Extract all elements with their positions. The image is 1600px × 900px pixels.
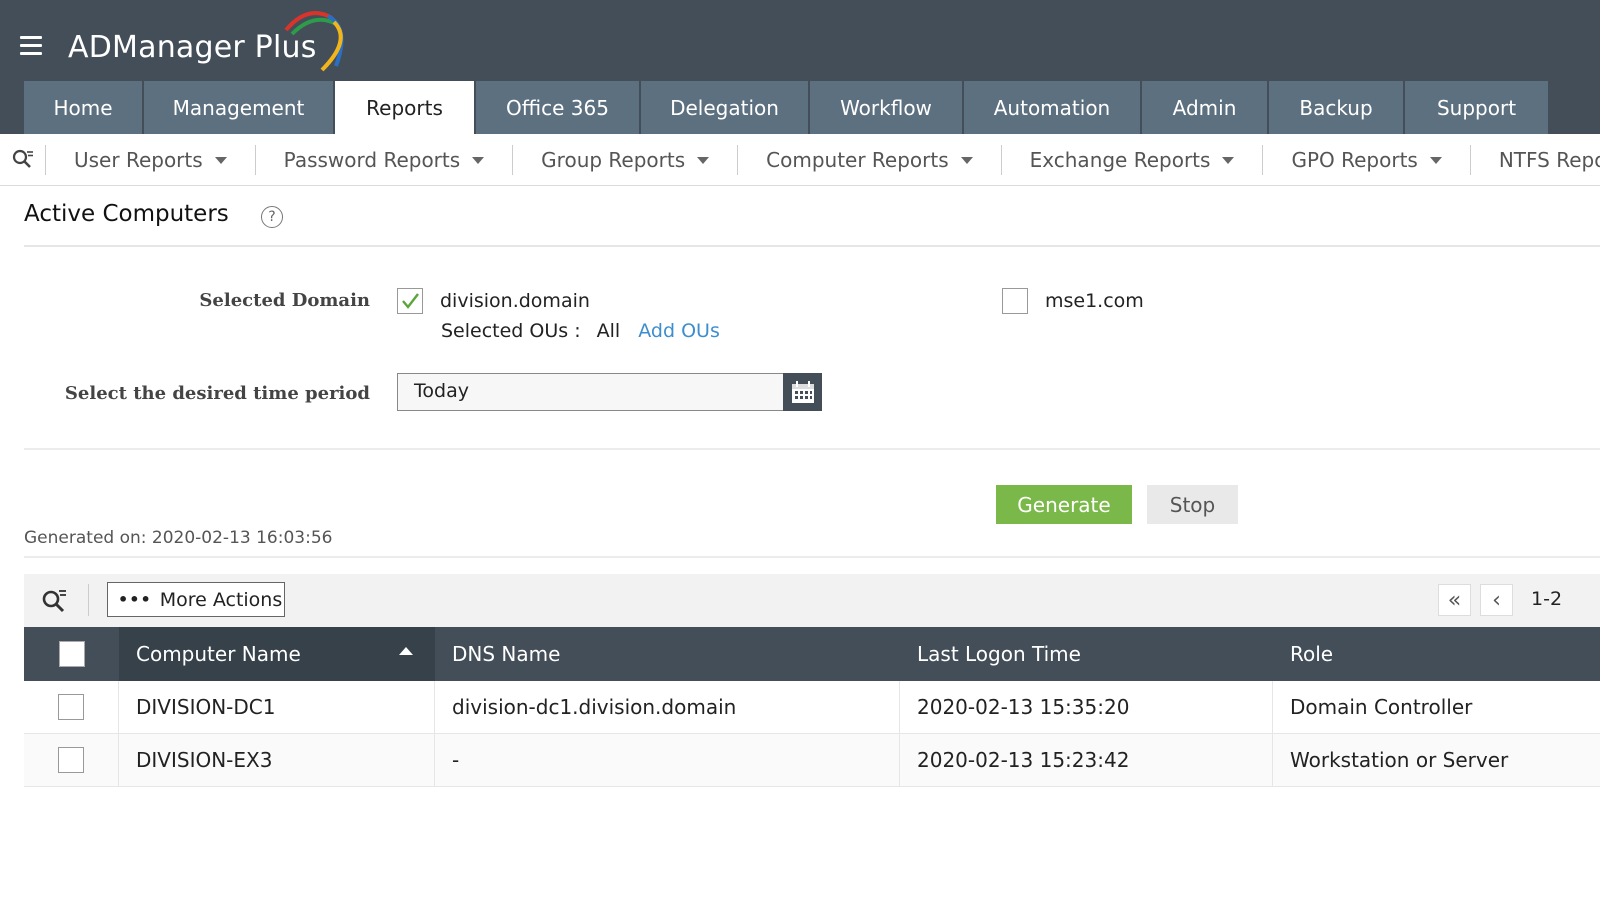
subnav-password-reports[interactable]: Password Reports bbox=[256, 144, 514, 175]
cell-dns-name: - bbox=[435, 734, 900, 786]
computers-table: Computer Name DNS Name Last Logon Time R… bbox=[24, 627, 1600, 787]
row-checkbox[interactable] bbox=[58, 747, 84, 773]
more-actions-button[interactable]: ••• More Actions bbox=[107, 582, 285, 617]
subnav-group-reports[interactable]: Group Reports bbox=[513, 144, 739, 175]
subnav-gpo-reports[interactable]: GPO Reports bbox=[1263, 144, 1471, 175]
more-dots-icon: ••• bbox=[118, 590, 152, 609]
selected-ous-value: All bbox=[596, 320, 621, 342]
caret-down-icon bbox=[1429, 157, 1442, 164]
page-range: 1-2 bbox=[1531, 588, 1563, 610]
subnav-user-reports[interactable]: User Reports bbox=[46, 144, 256, 175]
row-select-cell bbox=[24, 681, 119, 733]
domain-checkbox-division[interactable] bbox=[397, 288, 423, 314]
cell-computer-name: DIVISION-DC1 bbox=[119, 681, 435, 733]
time-period-input[interactable]: Today bbox=[397, 373, 784, 411]
tab-backup[interactable]: Backup bbox=[1269, 81, 1403, 134]
selected-ous-row: Selected OUs : All Add OUs bbox=[441, 320, 720, 342]
previous-page-icon[interactable]: ‹ bbox=[1480, 584, 1513, 616]
domain-checkbox-mse1[interactable] bbox=[1002, 288, 1028, 314]
divider bbox=[24, 448, 1600, 450]
tab-support[interactable]: Support bbox=[1405, 81, 1548, 134]
row-select-cell bbox=[24, 734, 119, 786]
cell-role: Workstation or Server bbox=[1290, 748, 1509, 772]
top-header: ADManager Plus Home Management Reports O… bbox=[0, 0, 1600, 134]
checkmark-icon bbox=[402, 293, 419, 309]
column-header-last-logon-time[interactable]: Last Logon Time bbox=[900, 627, 1273, 681]
cell-computer-name: DIVISION-EX3 bbox=[119, 734, 435, 786]
first-page-icon[interactable]: « bbox=[1438, 584, 1471, 616]
divider bbox=[24, 245, 1600, 247]
select-all-cell bbox=[24, 627, 119, 681]
table-row[interactable]: DIVISION-EX3 - 2020-02-13 15:23:42 Works… bbox=[24, 734, 1600, 787]
table-row[interactable]: DIVISION-DC1 division-dc1.division.domai… bbox=[24, 681, 1600, 734]
sort-ascending-icon bbox=[399, 647, 413, 655]
tab-office-365[interactable]: Office 365 bbox=[476, 81, 639, 134]
subnav-computer-reports[interactable]: Computer Reports bbox=[738, 144, 1002, 175]
report-search-icon[interactable] bbox=[0, 144, 46, 175]
calendar-icon[interactable] bbox=[783, 373, 822, 411]
page-title: Active Computers bbox=[24, 201, 229, 227]
cell-dns-name: division-dc1.division.domain bbox=[435, 681, 900, 733]
column-header-computer-name[interactable]: Computer Name bbox=[119, 627, 435, 681]
caret-down-icon bbox=[960, 157, 973, 164]
caret-down-icon bbox=[697, 157, 710, 164]
cell-last-logon-time: 2020-02-13 15:23:42 bbox=[900, 734, 1273, 786]
selected-domain-label: Selected Domain bbox=[199, 290, 370, 311]
logo-arc-icon bbox=[284, 11, 344, 72]
reports-subnav: User Reports Password Reports Group Repo… bbox=[0, 134, 1600, 186]
selected-ous-label: Selected OUs : bbox=[441, 320, 581, 342]
tab-delegation[interactable]: Delegation bbox=[641, 81, 808, 134]
subnav-ntfs-reports[interactable]: NTFS Repo bbox=[1471, 145, 1600, 175]
tab-admin[interactable]: Admin bbox=[1142, 81, 1267, 134]
generated-on-text: Generated on: 2020-02-13 16:03:56 bbox=[24, 528, 333, 548]
tab-home[interactable]: Home bbox=[24, 81, 142, 134]
column-header-dns-name[interactable]: DNS Name bbox=[435, 627, 900, 681]
domain-name-division: division.domain bbox=[440, 290, 590, 312]
column-header-role[interactable]: Role bbox=[1273, 627, 1600, 681]
caret-down-icon bbox=[214, 157, 227, 164]
table-search-icon[interactable] bbox=[40, 587, 68, 615]
divider bbox=[24, 556, 1600, 558]
tab-automation[interactable]: Automation bbox=[964, 81, 1140, 134]
hamburger-menu-icon[interactable] bbox=[20, 36, 42, 56]
subnav-exchange-reports[interactable]: Exchange Reports bbox=[1002, 144, 1264, 175]
toolbar-separator bbox=[88, 584, 89, 616]
main-nav-tabs: Home Management Reports Office 365 Deleg… bbox=[24, 81, 1550, 134]
table-toolbar: ••• More Actions « ‹ 1-2 bbox=[24, 574, 1600, 627]
add-ous-link[interactable]: Add OUs bbox=[638, 320, 720, 342]
cell-last-logon-time: 2020-02-13 15:35:20 bbox=[900, 681, 1273, 733]
row-checkbox[interactable] bbox=[58, 694, 84, 720]
caret-down-icon bbox=[1222, 157, 1235, 164]
select-all-checkbox[interactable] bbox=[58, 641, 85, 667]
tab-reports[interactable]: Reports bbox=[335, 81, 474, 134]
table-header: Computer Name DNS Name Last Logon Time R… bbox=[24, 627, 1600, 681]
caret-down-icon bbox=[472, 157, 485, 164]
tab-workflow[interactable]: Workflow bbox=[810, 81, 962, 134]
cell-role: Domain Controller bbox=[1290, 695, 1473, 719]
domain-name-mse1: mse1.com bbox=[1045, 290, 1144, 312]
help-icon[interactable]: ? bbox=[261, 206, 283, 228]
time-period-label: Select the desired time period bbox=[64, 383, 370, 404]
generate-button[interactable]: Generate bbox=[996, 485, 1132, 524]
tab-management[interactable]: Management bbox=[144, 81, 333, 134]
stop-button[interactable]: Stop bbox=[1147, 485, 1238, 524]
